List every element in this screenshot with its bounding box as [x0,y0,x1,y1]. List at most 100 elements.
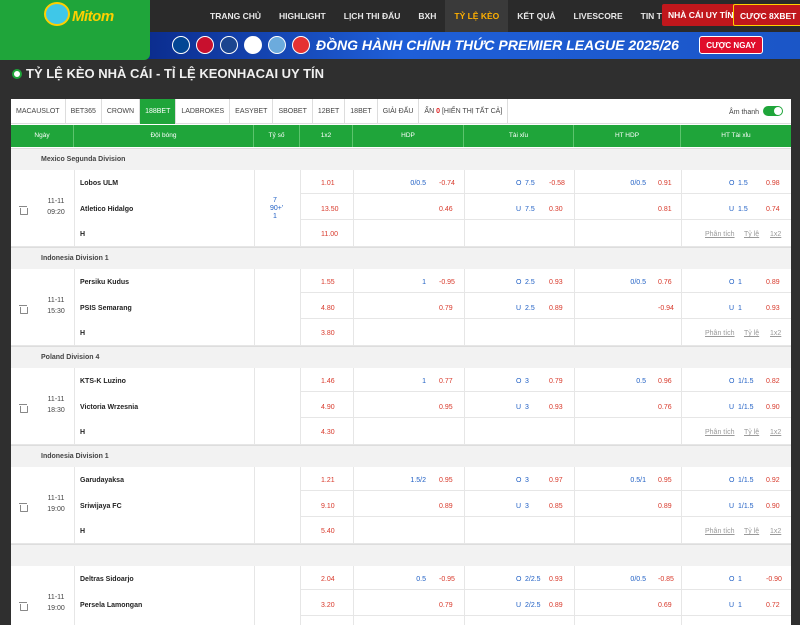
hdp-odd-away[interactable]: 0.95 [439,404,453,411]
ou-odd-under[interactable]: 0.89 [549,305,563,312]
cuoc-ngay-button[interactable]: CƯỢC NGAY [699,36,763,54]
odds-1x2-away[interactable]: 4.90 [321,404,335,411]
odds-1x2-away[interactable]: 3.20 [321,602,335,609]
ht-ou-odd-under[interactable]: 0.90 [766,503,780,510]
ou-odd-under[interactable]: 0.85 [549,503,563,510]
tab-giai-dau[interactable]: GIẢI ĐẤU [378,99,420,124]
sound-toggle[interactable] [763,106,783,116]
ht-ou-odd-over[interactable]: 0.92 [766,477,780,484]
nav-ket-qua[interactable]: KẾT QUẢ [508,0,564,32]
ht-ou-odd-over[interactable]: -0.90 [766,576,782,583]
home-team[interactable]: Deltras Sidoarjo [80,576,134,583]
ht-hdp-odd-away[interactable]: -0.94 [658,305,674,312]
ht-hdp-odd-away[interactable]: 0.81 [658,206,672,213]
ht-ou-odd-over[interactable]: 0.98 [766,180,780,187]
ht-hdp-odd-away[interactable]: 0.89 [658,503,672,510]
tab-188bet[interactable]: 188BET [140,99,177,124]
nav-trang-chu[interactable]: TRANG CHỦ [201,0,270,32]
odds-1x2-draw[interactable]: 5.40 [321,528,335,535]
odds-1x2-draw[interactable]: 11.00 [321,231,338,238]
odds-link[interactable]: Tỷ lệ [744,231,759,238]
home-team[interactable]: Lobos ULM [80,180,118,187]
analysis-link[interactable]: Phân tích [705,330,735,337]
ht-hdp-odd-home[interactable]: 0.91 [658,180,672,187]
delete-icon[interactable] [19,206,28,215]
x12-link[interactable]: 1x2 [770,429,781,436]
delete-icon[interactable] [19,602,28,611]
ou-odd-under[interactable]: 0.30 [549,206,563,213]
nav-ty-le-keo[interactable]: TỶ LỆ KÈO [445,0,509,32]
delete-icon[interactable] [19,404,28,413]
tab-ladbrokes[interactable]: LADBROKES [176,99,231,124]
ht-ou-odd-over[interactable]: 0.89 [766,279,780,286]
home-team[interactable]: KTS-K Luzino [80,378,126,385]
home-team[interactable]: Persiku Kudus [80,279,129,286]
ht-ou-odd-under[interactable]: 0.90 [766,404,780,411]
nav-livescore[interactable]: LIVESCORE [565,0,632,32]
ht-ou-odd-under[interactable]: 0.93 [766,305,780,312]
odds-link[interactable]: Tỷ lệ [744,429,759,436]
ou-odd-over[interactable]: -0.58 [549,180,565,187]
odds-1x2-away[interactable]: 13.50 [321,206,339,213]
ht-hdp-odd-home[interactable]: -0.85 [658,576,674,583]
nha-cai-uy-tin-button[interactable]: NHÀ CÁI UY TÍN [662,4,740,26]
odds-1x2-home[interactable]: 1.46 [321,378,335,385]
ou-odd-over[interactable]: 0.93 [549,576,563,583]
show-all-link[interactable]: [HIỂN THỊ TẤT CẢ] [442,108,502,115]
odds-1x2-home[interactable]: 1.21 [321,477,335,484]
ht-hdp-odd-home[interactable]: 0.76 [658,279,672,286]
ht-hdp-odd-home[interactable]: 0.96 [658,378,672,385]
odds-1x2-home[interactable]: 1.55 [321,279,335,286]
odds-1x2-away[interactable]: 9.10 [321,503,335,510]
delete-icon[interactable] [19,305,28,314]
away-team[interactable]: PSIS Semarang [80,305,132,312]
cuoc-8xbet-button[interactable]: CƯỢC 8XBET [733,4,800,26]
premier-league-banner[interactable]: ĐỒNG HÀNH CHÍNH THỨC PREMIER LEAGUE 2025… [134,32,800,59]
odds-link[interactable]: Tỷ lệ [744,528,759,535]
tab-18bet[interactable]: 18BET [345,99,378,124]
hdp-odd-home[interactable]: -0.74 [439,180,455,187]
hidden-filter[interactable]: ẨN 0 [HIỂN THỊ TẤT CẢ] [419,99,509,124]
odds-1x2-draw[interactable]: 4.30 [321,429,335,436]
hdp-odd-away[interactable]: 0.89 [439,503,453,510]
hdp-odd-away[interactable]: 0.79 [439,305,453,312]
hdp-odd-away[interactable]: 0.79 [439,602,453,609]
odds-1x2-draw[interactable]: 3.80 [321,330,335,337]
ou-odd-over[interactable]: 0.97 [549,477,563,484]
tab-sbobet[interactable]: SBOBET [273,99,313,124]
hdp-odd-home[interactable]: -0.95 [439,576,455,583]
away-team[interactable]: Atletico Hidalgo [80,206,133,213]
hdp-odd-home[interactable]: 0.77 [439,378,453,385]
odds-link[interactable]: Tỷ lệ [744,330,759,337]
hdp-odd-home[interactable]: 0.95 [439,477,453,484]
x12-link[interactable]: 1x2 [770,528,781,535]
ht-ou-odd-over[interactable]: 0.82 [766,378,780,385]
ht-hdp-odd-away[interactable]: 0.76 [658,404,672,411]
tab-easybet[interactable]: EASYBET [230,99,274,124]
nav-lich-thi-dau[interactable]: LỊCH THI ĐẤU [335,0,410,32]
delete-icon[interactable] [19,503,28,512]
hdp-odd-away[interactable]: 0.46 [439,206,453,213]
logo[interactable]: Mitom [0,0,150,60]
analysis-link[interactable]: Phân tích [705,528,735,535]
away-team[interactable]: Victoria Wrzesnia [80,404,138,411]
analysis-link[interactable]: Phân tích [705,429,735,436]
x12-link[interactable]: 1x2 [770,231,781,238]
x12-link[interactable]: 1x2 [770,330,781,337]
ou-odd-under[interactable]: 0.89 [549,602,563,609]
ou-odd-over[interactable]: 0.93 [549,279,563,286]
ht-hdp-odd-home[interactable]: 0.95 [658,477,672,484]
ht-hdp-odd-away[interactable]: 0.69 [658,602,672,609]
ht-ou-odd-under[interactable]: 0.72 [766,602,780,609]
home-team[interactable]: Garudayaksa [80,477,124,484]
away-team[interactable]: Persela Lamongan [80,602,142,609]
tab-macauslot[interactable]: MACAUSLOT [11,99,66,124]
odds-1x2-home[interactable]: 2.04 [321,576,335,583]
nav-highlight[interactable]: HIGHLIGHT [270,0,335,32]
tab-crown[interactable]: CROWN [102,99,141,124]
ht-ou-odd-under[interactable]: 0.74 [766,206,780,213]
hdp-odd-home[interactable]: -0.95 [439,279,455,286]
ou-odd-over[interactable]: 0.79 [549,378,563,385]
analysis-link[interactable]: Phân tích [705,231,735,238]
odds-1x2-away[interactable]: 4.80 [321,305,335,312]
